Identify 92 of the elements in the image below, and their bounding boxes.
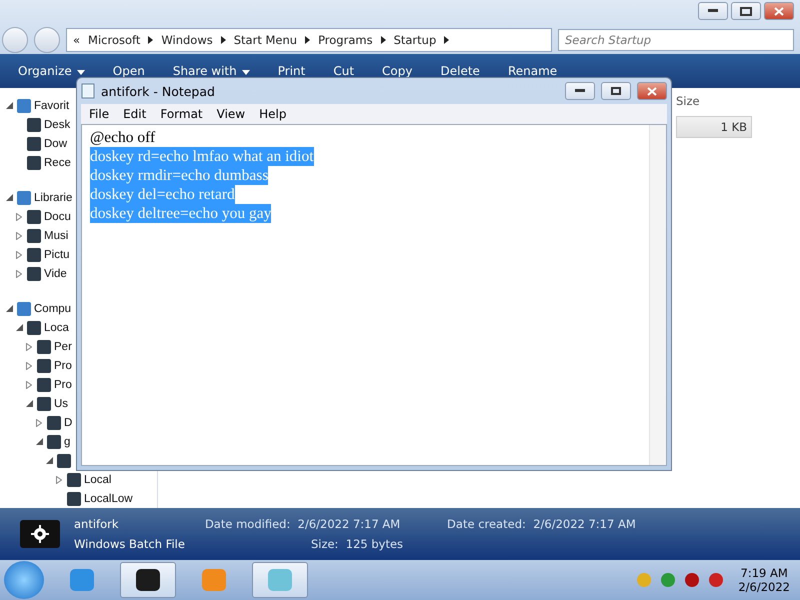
tree-item[interactable]: Vide [44, 268, 67, 280]
expand-arrow-icon[interactable] [26, 380, 32, 388]
detail-label: Date modified: 2/6/2022 7:17 AM [204, 517, 402, 531]
collapse-arrow-icon[interactable] [26, 400, 33, 406]
expand-arrow-icon[interactable] [56, 476, 62, 484]
close-icon [774, 6, 784, 16]
toolbar-button[interactable]: Share with [172, 64, 250, 78]
file-size-cell[interactable]: 1 KB [676, 116, 752, 138]
collapse-arrow-icon[interactable] [6, 102, 13, 108]
window-title: antifork - Notepad [101, 84, 215, 98]
scrollbar[interactable] [649, 125, 666, 465]
breadcrumb-arrow-icon[interactable] [380, 36, 386, 44]
tree-item[interactable]: Docu [44, 210, 71, 222]
search-field[interactable]: Search Startup [558, 29, 794, 51]
menu-item[interactable]: Edit [123, 107, 146, 121]
menu-item[interactable]: View [216, 107, 246, 121]
expand-arrow-icon[interactable] [16, 270, 22, 278]
toolbar-button[interactable]: Copy [382, 64, 412, 78]
breadcrumb[interactable]: Programs [318, 33, 373, 47]
start-button[interactable] [4, 561, 44, 599]
text-line: @echo off [90, 128, 156, 147]
minimize-icon [708, 9, 718, 13]
close-button[interactable] [637, 82, 667, 100]
file-type: Windows Batch File [74, 537, 185, 551]
tree-item[interactable]: Compu [34, 302, 72, 314]
collapse-arrow-icon[interactable] [16, 324, 23, 330]
minimize-icon [575, 89, 585, 93]
maximize-icon [611, 87, 621, 95]
toolbar-button[interactable]: Cut [333, 64, 354, 78]
restore-button[interactable] [731, 2, 761, 20]
breadcrumb[interactable]: Windows [161, 33, 213, 47]
address-bar[interactable]: « Microsoft Windows Start Menu Programs Startup [66, 28, 552, 52]
tree-item[interactable]: Per [54, 340, 72, 352]
taskbar-app-button[interactable] [120, 562, 176, 598]
tree-item[interactable]: Rece [44, 156, 71, 168]
expand-arrow-icon[interactable] [16, 212, 22, 220]
close-button[interactable] [764, 2, 794, 20]
expand-arrow-icon[interactable] [26, 362, 32, 370]
tree-item[interactable]: Dow [44, 138, 68, 150]
toolbar-button[interactable]: Organize [18, 64, 85, 78]
tree-item[interactable]: Pictu [44, 248, 70, 260]
toolbar-button[interactable]: Print [278, 64, 306, 78]
expand-arrow-icon[interactable] [16, 232, 22, 240]
menu-item[interactable]: File [89, 107, 110, 121]
minimize-button[interactable] [565, 82, 595, 100]
minimize-button[interactable] [698, 2, 728, 20]
maximize-button[interactable] [601, 82, 631, 100]
breadcrumb-overflow[interactable]: « [73, 33, 80, 47]
toolbar-button[interactable]: Delete [440, 64, 480, 78]
expand-arrow-icon[interactable] [26, 342, 32, 350]
gear-icon [20, 520, 60, 548]
collapse-arrow-icon[interactable] [6, 304, 13, 312]
breadcrumb-arrow-icon[interactable] [444, 36, 450, 44]
tree-item[interactable]: Favorit [34, 100, 70, 112]
tree-item[interactable]: Pro [54, 360, 72, 372]
expand-arrow-icon[interactable] [16, 250, 22, 258]
tray-icon[interactable] [708, 572, 724, 588]
close-icon [647, 86, 657, 96]
breadcrumb[interactable]: Microsoft [88, 33, 140, 47]
menu-item[interactable]: Help [259, 107, 286, 121]
restore-icon [740, 6, 752, 16]
detail-label: Date created: 2/6/2022 7:17 AM [447, 517, 636, 531]
tree-item[interactable]: Us [54, 398, 68, 410]
breadcrumb[interactable]: Start Menu [234, 33, 298, 47]
breadcrumb[interactable]: Startup [394, 33, 436, 47]
breadcrumb-arrow-icon[interactable] [305, 36, 310, 44]
column-header[interactable]: Size [676, 94, 800, 108]
expand-arrow-icon[interactable] [36, 418, 42, 426]
collapse-arrow-icon[interactable] [6, 194, 13, 200]
notepad-icon [81, 83, 95, 99]
collapse-arrow-icon[interactable] [36, 438, 43, 444]
toolbar-button[interactable]: Open [112, 64, 145, 78]
tree-item[interactable]: Musi [44, 230, 68, 242]
menu-item[interactable]: Format [160, 107, 203, 121]
clock[interactable]: 7:19 AM 2/6/2022 [732, 566, 796, 594]
breadcrumb-arrow-icon[interactable] [148, 36, 154, 44]
tree-item[interactable]: LocalLow [84, 492, 133, 504]
tree-item[interactable]: Librarie [34, 192, 72, 204]
back-button[interactable] [2, 27, 28, 53]
tree-item[interactable]: g [64, 436, 70, 448]
forward-button[interactable] [34, 27, 60, 53]
tree-item[interactable]: Pro [54, 378, 72, 390]
file-name: antifork [74, 517, 120, 531]
tree-item[interactable]: D [64, 416, 72, 428]
tray-icon[interactable] [684, 572, 700, 588]
toolbar-button[interactable]: Rename [508, 64, 558, 78]
detail-label: Size: 125 bytes [310, 537, 404, 551]
collapse-arrow-icon[interactable] [46, 456, 53, 464]
tree-item[interactable]: Desk [44, 118, 70, 130]
tree-item[interactable]: Local [84, 474, 112, 486]
tree-item[interactable]: Loca [44, 322, 69, 334]
breadcrumb-arrow-icon[interactable] [220, 36, 226, 44]
